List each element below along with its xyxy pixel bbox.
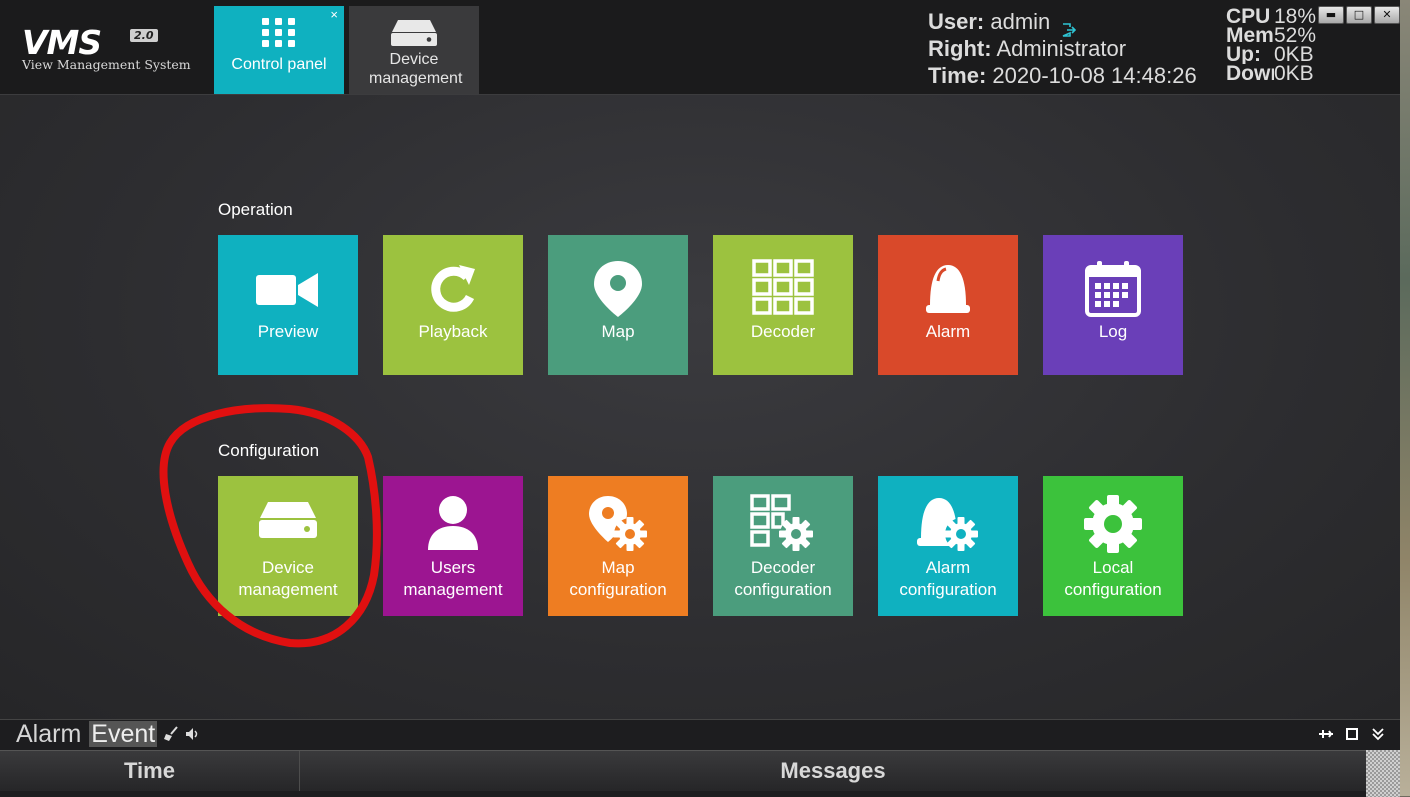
sound-icon[interactable] (185, 726, 201, 742)
tab-device-management[interactable]: Device management (349, 6, 479, 94)
tile-playback[interactable]: Playback (383, 235, 523, 375)
decoder-grid-icon (713, 259, 853, 319)
tab-event[interactable]: Event (89, 721, 158, 747)
tile-map[interactable]: Map (548, 235, 688, 375)
tile-label: Local configuration (1064, 558, 1162, 599)
event-table-header: Time Messages (0, 750, 1366, 791)
decoder-gear-icon (713, 494, 853, 554)
column-messages[interactable]: Messages (300, 751, 1366, 791)
tile-alarm[interactable]: Alarm (878, 235, 1018, 375)
control-panel-content: Operation Preview Playback Map Decoder A… (0, 95, 1400, 719)
tab-alarm[interactable]: Alarm (14, 721, 83, 747)
tile-device-management[interactable]: Device management (218, 476, 358, 616)
current-time: 2020-10-08 14:48:26 (992, 63, 1197, 88)
user-row: User: admin (928, 8, 1197, 37)
tile-alarm-configuration[interactable]: Alarm configuration (878, 476, 1018, 616)
panel-controls (1318, 726, 1386, 742)
tile-label: Map (601, 322, 635, 341)
user-right: Administrator (996, 36, 1127, 61)
user-icon (383, 494, 523, 554)
map-gear-icon (548, 494, 688, 554)
download-stat: Down0KB (1226, 62, 1314, 85)
device-icon (349, 16, 479, 50)
tile-label: Alarm (925, 322, 971, 341)
minimize-button[interactable]: ▬ (1318, 6, 1344, 24)
tile-label: Preview (257, 322, 319, 341)
tile-label: Users management (403, 558, 503, 599)
grid-icon (214, 16, 344, 50)
calendar-icon (1043, 259, 1183, 319)
vms-logo: VMS 2.0 View Management System (22, 26, 191, 72)
system-stats: CPU18% Mem52% Up:0KB Down0KB (1226, 7, 1316, 91)
window-controls: ▬ □ ✕ (1318, 6, 1400, 24)
replay-icon (383, 259, 523, 319)
user-info: User: admin Right: Administrator Time: 2… (928, 8, 1197, 89)
pin-icon[interactable] (1318, 726, 1334, 742)
bottom-tabs: Alarm Event (14, 720, 201, 748)
scrollbar-corner (1366, 750, 1400, 797)
restore-icon[interactable] (1344, 726, 1360, 742)
logo-main: VMS (22, 23, 102, 62)
tile-local-configuration[interactable]: Local configuration (1043, 476, 1183, 616)
device-icon (218, 498, 358, 558)
tab-control-panel[interactable]: × Control panel (214, 6, 344, 94)
vms-app-window: VMS 2.0 View Management System × Control… (0, 0, 1400, 797)
tab-label: Control panel (231, 56, 327, 73)
desktop-background (1400, 0, 1410, 796)
maximize-button[interactable]: □ (1346, 6, 1372, 24)
alarm-event-panel: Alarm Event Time Messages (0, 719, 1400, 797)
tile-decoder[interactable]: Decoder (713, 235, 853, 375)
tile-map-configuration[interactable]: Map configuration (548, 476, 688, 616)
tab-label: Device management (369, 51, 463, 87)
tile-users-management[interactable]: Users management (383, 476, 523, 616)
tile-label: Alarm configuration (899, 558, 997, 599)
time-row: Time: 2020-10-08 14:48:26 (928, 63, 1197, 88)
user-name: admin (990, 9, 1051, 34)
section-title-operation: Operation (218, 200, 293, 219)
tile-label: Decoder configuration (734, 558, 832, 599)
tile-label: Map configuration (569, 558, 667, 599)
tile-decoder-configuration[interactable]: Decoder configuration (713, 476, 853, 616)
section-title-configuration: Configuration (218, 441, 320, 460)
chevron-down-icon[interactable] (1370, 726, 1386, 742)
logout-icon[interactable] (1062, 16, 1077, 37)
alarm-gear-icon (878, 494, 1018, 554)
tile-label: Decoder (750, 322, 816, 341)
tile-label: Playback (418, 322, 488, 341)
close-button[interactable]: ✕ (1374, 6, 1400, 24)
right-row: Right: Administrator (928, 36, 1127, 61)
logo-subtitle: View Management System (22, 57, 191, 72)
clear-broom-icon[interactable] (163, 726, 179, 742)
gear-icon (1043, 494, 1183, 554)
map-pin-icon (548, 259, 688, 319)
tile-label: Log (1098, 322, 1128, 341)
camera-icon (218, 259, 358, 319)
tile-preview[interactable]: Preview (218, 235, 358, 375)
tile-log[interactable]: Log (1043, 235, 1183, 375)
alarm-bell-icon (878, 259, 1018, 319)
header-bar: VMS 2.0 View Management System × Control… (0, 0, 1400, 95)
annotation-circle (159, 404, 381, 648)
logo-version: 2.0 (130, 29, 158, 42)
tile-label: Device management (238, 558, 338, 599)
column-time[interactable]: Time (0, 751, 300, 791)
